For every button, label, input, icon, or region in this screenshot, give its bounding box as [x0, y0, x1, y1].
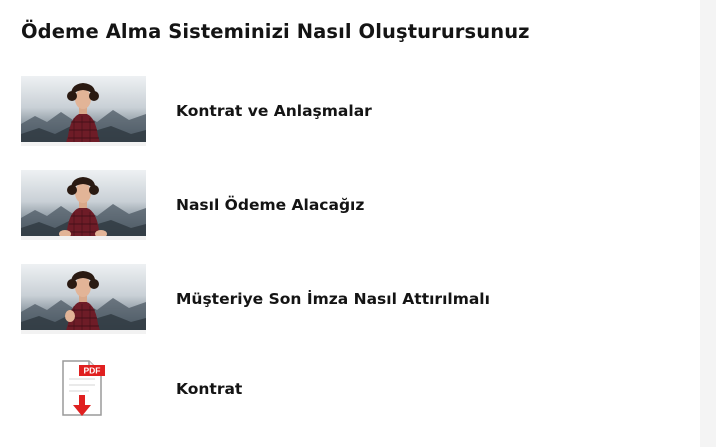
lesson-title[interactable]: Nasıl Ödeme Alacağız: [176, 196, 364, 214]
lesson-item[interactable]: Müşteriye Son İmza Nasıl Attırılmalı: [21, 264, 661, 334]
pdf-download-icon[interactable]: PDF: [21, 357, 146, 421]
lesson-list: Kontrat ve Anlaşmalar Nasıl Ödeme Alacağ…: [0, 0, 700, 447]
video-thumbnail[interactable]: [21, 76, 146, 146]
lesson-item[interactable]: Nasıl Ödeme Alacağız: [21, 170, 661, 240]
right-gutter: [700, 0, 716, 447]
pdf-badge: PDF: [83, 366, 100, 376]
lesson-title[interactable]: Kontrat: [176, 380, 242, 398]
video-thumbnail[interactable]: [21, 170, 146, 240]
lesson-item[interactable]: PDF Kontrat: [21, 357, 661, 421]
course-content-panel: Ödeme Alma Sisteminizi Nasıl Oluşturursu…: [0, 0, 700, 447]
video-thumbnail[interactable]: [21, 264, 146, 334]
lesson-title[interactable]: Müşteriye Son İmza Nasıl Attırılmalı: [176, 290, 490, 308]
lesson-title[interactable]: Kontrat ve Anlaşmalar: [176, 102, 372, 120]
lesson-item[interactable]: Kontrat ve Anlaşmalar: [21, 76, 661, 146]
